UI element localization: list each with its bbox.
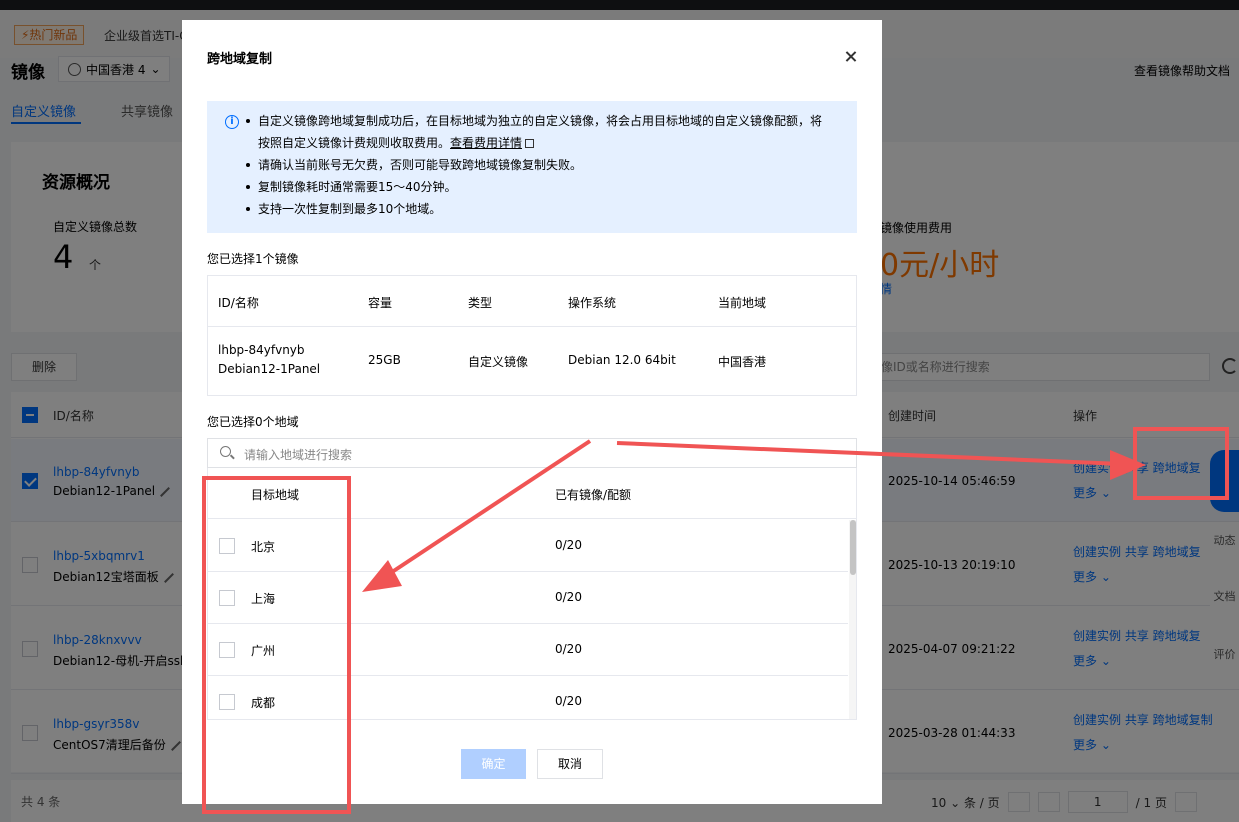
bullet-dot (246, 185, 250, 189)
region-search-input[interactable]: 请输入地域进行搜索 (207, 438, 857, 468)
cancel-button[interactable]: 取消 (537, 749, 603, 779)
notice-line: 自定义镜像跨地域复制成功后，在目标地域为独立的自定义镜像，将会占用目标地域的自定… (246, 110, 837, 132)
image-size: 25GB (368, 353, 401, 367)
confirm-button[interactable]: 确定 (461, 749, 526, 779)
notice-text: 自定义镜像跨地域复制成功后，在目标地域为独立的自定义镜像，将会占用目标地域的自定… (258, 114, 823, 128)
notice-line: 支持一次性复制到最多10个地域。 (246, 198, 837, 220)
image-os: Debian 12.0 64bit (568, 353, 676, 367)
region-scroll-thumb[interactable] (850, 520, 856, 575)
header-quota: 已有镜像/配额 (555, 488, 632, 502)
dialog-title: 跨地域复制 (207, 52, 273, 67)
image-type: 自定义镜像 (468, 355, 529, 369)
region-quota: 0/20 (555, 538, 582, 552)
header-id-name: ID/名称 (218, 296, 259, 310)
header-region: 当前地域 (718, 296, 767, 310)
region-quota: 0/20 (555, 694, 582, 708)
external-link-icon (525, 139, 535, 148)
region-quota: 0/20 (555, 590, 582, 604)
annotation-box-regions (202, 476, 351, 814)
notice-text: 请确认当前账号无欠费，否则可能导致跨地域镜像复制失败。 (258, 158, 583, 172)
notice-text: 复制镜像耗时通常需要15～40分钟。 (258, 180, 457, 194)
header-os: 操作系统 (568, 296, 617, 310)
selected-image-table: ID/名称 容量 类型 操作系统 当前地域 lhbp-84yfvnyb Debi… (207, 275, 857, 396)
selected-regions-label: 您已选择0个地域 (207, 415, 299, 429)
notice-line: 请确认当前账号无欠费，否则可能导致跨地域镜像复制失败。 (246, 154, 837, 176)
search-icon (220, 446, 231, 457)
notice-panel: i 自定义镜像跨地域复制成功后，在目标地域为独立的自定义镜像，将会占用目标地域的… (207, 101, 857, 233)
annotation-box-action (1133, 427, 1229, 500)
bullet-dot (246, 207, 250, 211)
notice-line: 按照自定义镜像计费规则收取费用。查看费用详情 (258, 132, 837, 154)
info-icon: i (225, 115, 239, 129)
image-table-header: ID/名称 容量 类型 操作系统 当前地域 (208, 276, 856, 327)
image-region: 中国香港 (718, 355, 767, 369)
image-id: lhbp-84yfvnyb (218, 343, 305, 357)
notice-text: 支持一次性复制到最多10个地域。 (258, 202, 442, 216)
header-type: 类型 (468, 296, 493, 310)
region-quota: 0/20 (555, 642, 582, 656)
bullet-dot (246, 163, 250, 167)
notice-text: 按照自定义镜像计费规则收取费用。 (258, 136, 451, 150)
bullet-dot (246, 119, 250, 123)
cost-details-link[interactable]: 查看费用详情 (450, 136, 522, 150)
selected-images-label: 您已选择1个镜像 (207, 252, 299, 266)
notice-line: 复制镜像耗时通常需要15～40分钟。 (246, 176, 837, 198)
header-size: 容量 (368, 296, 393, 310)
image-name: Debian12-1Panel (218, 362, 321, 376)
region-search-placeholder: 请输入地域进行搜索 (244, 448, 353, 462)
close-icon[interactable] (844, 50, 858, 64)
